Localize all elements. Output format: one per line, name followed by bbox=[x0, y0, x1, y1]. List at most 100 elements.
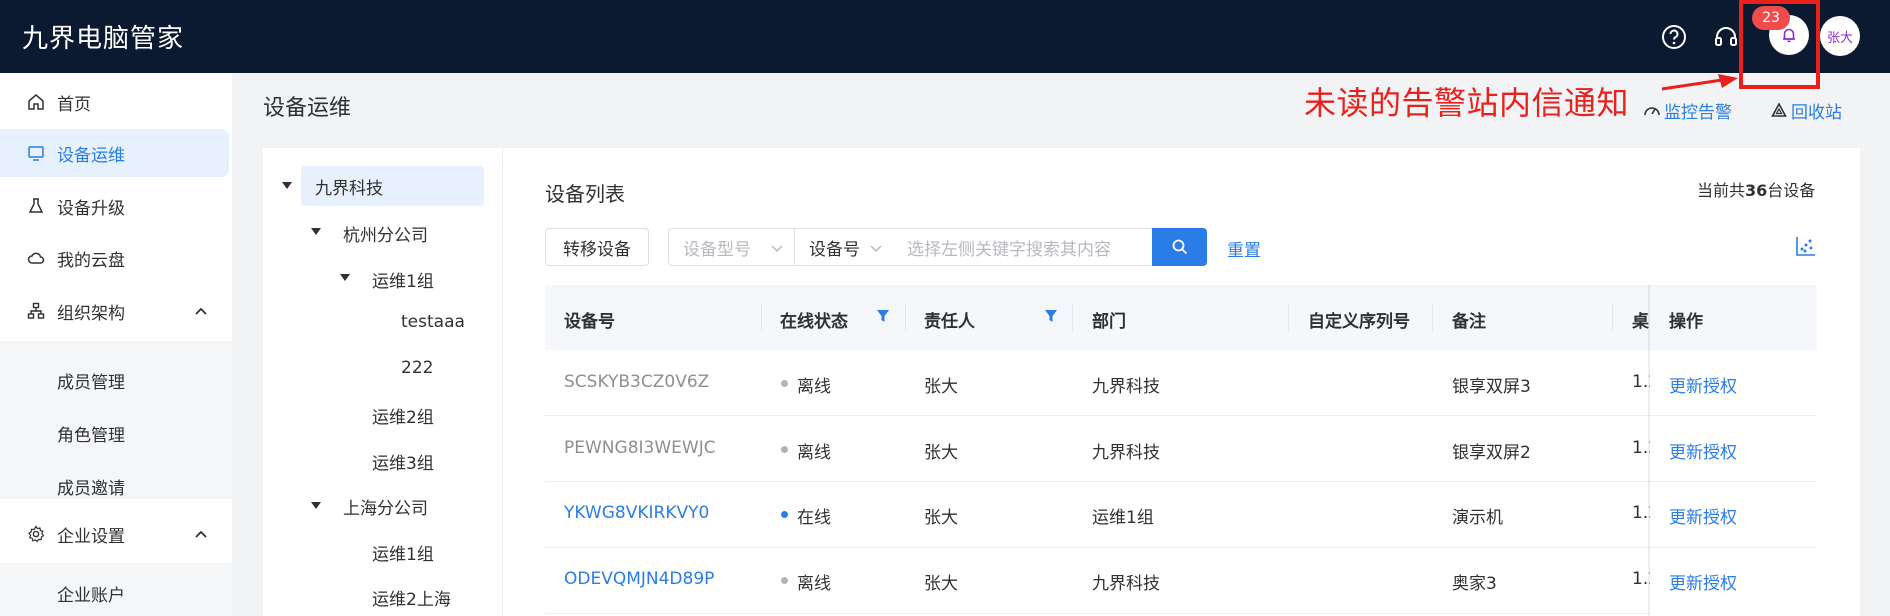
help-icon[interactable] bbox=[1656, 19, 1692, 55]
chevron-up-icon bbox=[195, 530, 207, 538]
update-license-link[interactable]: 更新授权 bbox=[1669, 569, 1737, 594]
org-icon bbox=[26, 301, 46, 321]
home-icon bbox=[26, 92, 46, 112]
device-model-select[interactable]: 设备型号 bbox=[668, 228, 795, 266]
caret-down-icon[interactable] bbox=[340, 274, 350, 281]
department: 九界科技 bbox=[1092, 443, 1160, 463]
filter-icon[interactable] bbox=[876, 309, 890, 323]
org-submenu: 成员管理 角色管理 成员邀请 bbox=[0, 341, 232, 499]
update-license-link[interactable]: 更新授权 bbox=[1669, 372, 1737, 397]
table-row[interactable] bbox=[545, 482, 1817, 548]
search-placeholder: 选择左侧关键字搜索其内容 bbox=[907, 239, 1111, 260]
device-id-link[interactable]: YKWG8VKIRKVY0 bbox=[564, 503, 709, 523]
total-suffix: 台设备 bbox=[1767, 181, 1816, 200]
column-online-status: 在线状态 bbox=[780, 312, 848, 332]
recycle-icon bbox=[1771, 101, 1787, 117]
tree-node-222[interactable]: 222 bbox=[401, 358, 433, 378]
column-department: 部门 bbox=[1092, 312, 1126, 332]
device-total: 当前共36台设备 bbox=[1697, 177, 1815, 201]
flask-icon bbox=[26, 196, 46, 216]
sidebar-item-label: 组织架构 bbox=[57, 303, 125, 324]
total-count: 36 bbox=[1745, 181, 1768, 200]
sidebar-item-device-ops[interactable]: 设备运维 bbox=[0, 129, 229, 177]
sidebar-item-cloud-drive[interactable]: 我的云盘 bbox=[0, 234, 229, 282]
search-icon bbox=[1172, 239, 1187, 255]
reset-link[interactable]: 重置 bbox=[1227, 236, 1261, 261]
column-action: 操作 bbox=[1669, 312, 1703, 332]
sidebar: 首页 设备运维 设备升级 我的云盘 组织架构 成员管理 角色管理 成员邀请 企业… bbox=[0, 73, 232, 616]
sidebar-item-device-upgrade[interactable]: 设备升级 bbox=[0, 182, 229, 230]
scatter-chart-icon[interactable] bbox=[1795, 235, 1817, 257]
caret-down-icon[interactable] bbox=[311, 228, 321, 235]
tree-node-root[interactable]: 九界科技 bbox=[301, 166, 484, 206]
column-divider bbox=[1612, 303, 1613, 331]
sidebar-item-members[interactable]: 成员管理 bbox=[57, 368, 125, 393]
online-status: 离线 bbox=[797, 574, 831, 594]
avatar[interactable]: 张大 bbox=[1820, 16, 1860, 56]
tree-node-hz-ops3[interactable]: 运维3组 bbox=[372, 449, 434, 474]
search-input[interactable]: 选择左侧关键字搜索其内容 bbox=[893, 228, 1153, 266]
table-row[interactable] bbox=[545, 548, 1817, 614]
tree-node-sh-ops2[interactable]: 运维2上海 bbox=[372, 585, 451, 610]
sidebar-item-org[interactable]: 组织架构 bbox=[0, 287, 229, 335]
department: 运维1组 bbox=[1092, 508, 1154, 528]
filter-icon[interactable] bbox=[1044, 309, 1058, 323]
caret-down-icon[interactable] bbox=[311, 502, 321, 509]
sidebar-item-home[interactable]: 首页 bbox=[0, 78, 229, 126]
owner: 张大 bbox=[924, 443, 958, 463]
tree-node-hangzhou[interactable]: 杭州分公司 bbox=[343, 221, 428, 246]
app-title: 九界电脑管家 bbox=[22, 24, 185, 54]
sidebar-item-label: 企业设置 bbox=[57, 526, 125, 547]
offline-dot bbox=[781, 380, 788, 387]
chevron-down-icon bbox=[771, 245, 783, 253]
sidebar-item-label: 设备运维 bbox=[57, 145, 125, 166]
search-field-select[interactable]: 设备号 bbox=[794, 228, 894, 266]
recycle-bin-link[interactable]: 回收站 bbox=[1770, 98, 1842, 123]
tree-node-hz-ops1[interactable]: 运维1组 bbox=[372, 267, 434, 292]
tree-node-testaaa[interactable]: testaaa bbox=[401, 312, 465, 332]
chevron-up-icon bbox=[195, 307, 207, 315]
sidebar-item-label: 设备升级 bbox=[57, 198, 125, 219]
search-button[interactable] bbox=[1152, 228, 1207, 266]
fixed-action-column: 操作 更新授权 更新授权 更新授权 更新授权 bbox=[1650, 285, 1817, 616]
note: 演示机 bbox=[1452, 508, 1503, 528]
annotation-highlight-box bbox=[1739, 0, 1820, 89]
sidebar-item-enterprise-settings[interactable]: 企业设置 bbox=[0, 510, 229, 558]
column-note: 备注 bbox=[1452, 312, 1486, 332]
annotation-arrow bbox=[1661, 74, 1738, 91]
cloud-icon bbox=[26, 248, 46, 268]
sidebar-item-invite[interactable]: 成员邀请 bbox=[57, 474, 125, 499]
annotation-text: 未读的告警站内信通知 bbox=[1304, 84, 1630, 122]
column-divider bbox=[1432, 303, 1433, 331]
note: 银享双屏3 bbox=[1452, 377, 1531, 397]
caret-down-icon[interactable] bbox=[282, 182, 292, 189]
device-id: PEWNG8I3WEWJC bbox=[564, 438, 716, 458]
column-divider bbox=[761, 303, 762, 331]
tree-divider bbox=[502, 148, 503, 616]
column-custom-serial: 自定义序列号 bbox=[1308, 312, 1410, 332]
owner: 张大 bbox=[924, 574, 958, 594]
sidebar-item-roles[interactable]: 角色管理 bbox=[57, 421, 125, 446]
update-license-link[interactable]: 更新授权 bbox=[1669, 438, 1737, 463]
gauge-icon bbox=[1644, 106, 1660, 115]
page-title: 设备运维 bbox=[263, 96, 352, 121]
sidebar-item-enterprise-account[interactable]: 企业账户 bbox=[57, 581, 125, 606]
search-field-value: 设备号 bbox=[809, 239, 860, 260]
table-row[interactable] bbox=[545, 350, 1817, 416]
device-id-link[interactable]: ODEVQMJN4D89P bbox=[564, 569, 714, 589]
transfer-device-button[interactable]: 转移设备 bbox=[545, 228, 649, 266]
online-status: 离线 bbox=[797, 377, 831, 397]
department: 九界科技 bbox=[1092, 574, 1160, 594]
table-row[interactable] bbox=[545, 416, 1817, 482]
monitor-alarm-link[interactable]: 监控告警 bbox=[1643, 98, 1732, 123]
column-device: 设备号 bbox=[564, 312, 615, 332]
owner: 张大 bbox=[924, 508, 958, 528]
settings-submenu: 企业账户 bbox=[0, 563, 232, 616]
tree-node-sh-ops1[interactable]: 运维1组 bbox=[372, 540, 434, 565]
row-divider bbox=[1650, 547, 1817, 548]
tree-node-hz-ops2[interactable]: 运维2组 bbox=[372, 403, 434, 428]
update-license-link[interactable]: 更新授权 bbox=[1669, 503, 1737, 528]
online-status: 离线 bbox=[797, 443, 831, 463]
monitor-icon bbox=[26, 143, 46, 163]
tree-node-shanghai[interactable]: 上海分公司 bbox=[343, 494, 428, 519]
